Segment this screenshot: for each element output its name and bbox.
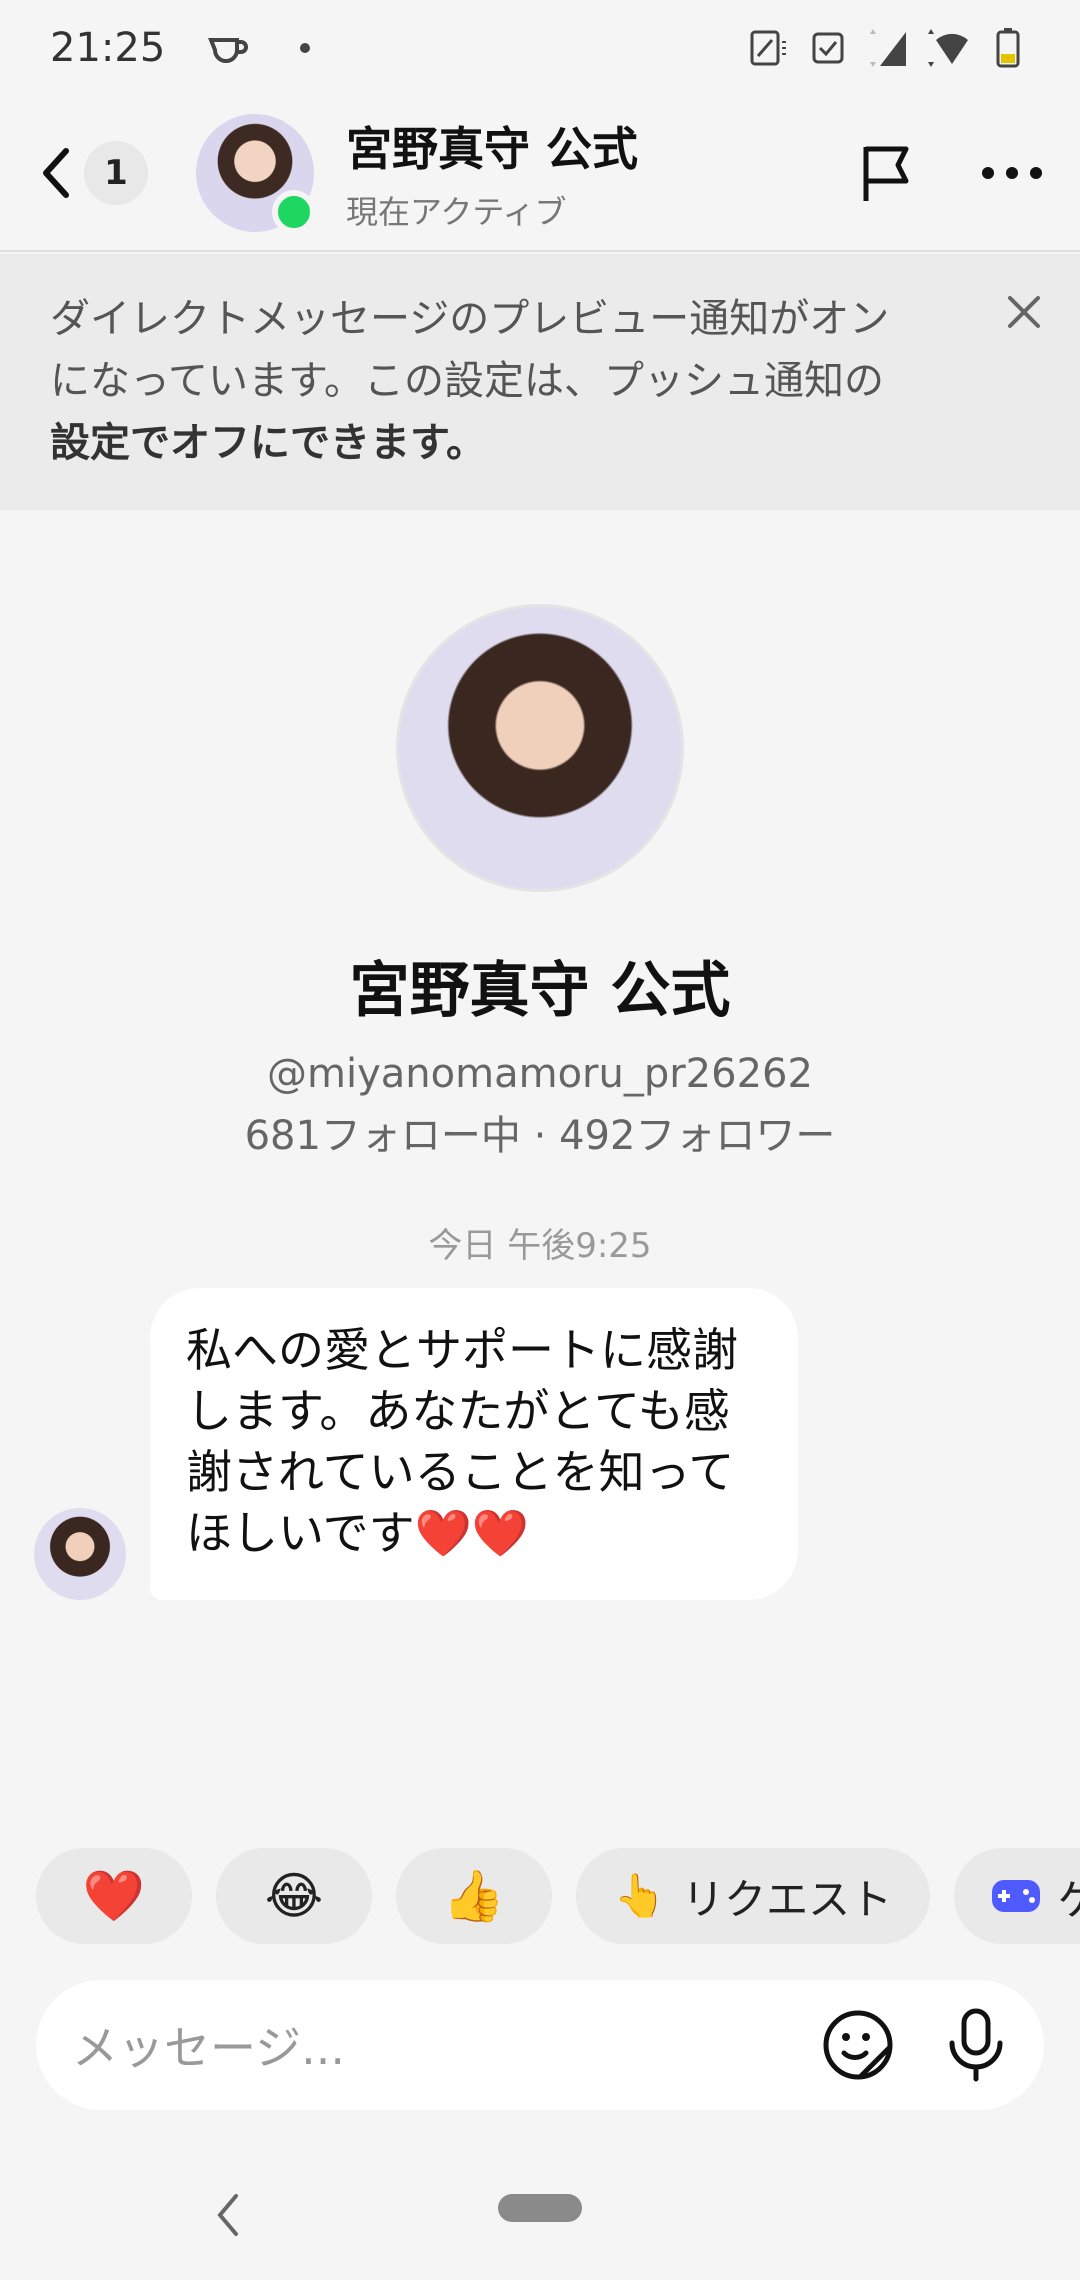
notice-line-1: ダイレクトメッセージのプレビュー通知がオン bbox=[50, 296, 890, 342]
quick-reply-laugh[interactable]: 😂 bbox=[216, 1848, 372, 1944]
notice-line-2: になっています。この設定は、プッシュ通知の bbox=[50, 358, 884, 404]
dot-icon bbox=[300, 43, 311, 53]
active-status: 現在アクティブ bbox=[346, 193, 567, 231]
chat-header: 1 宮野真守 公式 現在アクティブ bbox=[0, 96, 1080, 252]
profile-handle: @miyanomamoru_pr26262 bbox=[267, 1051, 813, 1097]
message-line: ほしいです❤️❤️ bbox=[186, 1506, 530, 1560]
home-pill[interactable] bbox=[498, 2194, 582, 2222]
notice-line-3: でオフにできます。 bbox=[130, 420, 486, 466]
heart-emoji: ❤️ bbox=[82, 1866, 146, 1925]
nfc-icon bbox=[750, 30, 786, 66]
quick-reply-game[interactable]: ゲ bbox=[954, 1848, 1080, 1944]
more-icon[interactable] bbox=[980, 141, 1044, 205]
message-line: します。あなたがとても感 bbox=[186, 1384, 730, 1438]
alarm-icon bbox=[812, 32, 844, 64]
unread-count-badge: 1 bbox=[84, 141, 148, 205]
back-button[interactable]: 1 bbox=[36, 141, 148, 205]
message-line: 私への愛とサポートに感謝 bbox=[186, 1323, 738, 1377]
chevron-left-icon bbox=[43, 148, 69, 198]
microphone-icon[interactable] bbox=[944, 2007, 1008, 2083]
quick-reply-row: ❤️ 😂 👍 👆 リクエスト ゲ bbox=[36, 1848, 1080, 1944]
close-icon[interactable] bbox=[1004, 292, 1044, 332]
header-name: 宮野真守 公式 bbox=[346, 122, 639, 176]
quick-reply-heart[interactable]: ❤️ bbox=[36, 1848, 192, 1944]
wifi-icon bbox=[928, 29, 968, 67]
nav-back-icon[interactable] bbox=[212, 2190, 242, 2240]
header-avatar[interactable] bbox=[196, 114, 316, 234]
message-line: 謝されていることを知って bbox=[186, 1445, 735, 1499]
sticker-icon[interactable] bbox=[820, 2007, 896, 2083]
profile-stats: 681フォロー中 · 492フォロワー bbox=[244, 1113, 836, 1159]
flag-icon[interactable] bbox=[856, 141, 920, 205]
notice-settings-link[interactable]: 設定 bbox=[50, 420, 130, 466]
system-nav-bar bbox=[0, 2160, 1080, 2280]
notification-notice: ダイレクトメッセージのプレビュー通知がオン になっています。この設定は、プッシュ… bbox=[0, 254, 1080, 510]
battery-icon bbox=[996, 28, 1020, 68]
request-label: リクエスト bbox=[682, 1874, 893, 1924]
coffee-icon bbox=[208, 38, 249, 63]
quick-reply-thumbs-up[interactable]: 👍 bbox=[396, 1848, 552, 1944]
message-placeholder: メッセージ... bbox=[72, 2021, 345, 2075]
message-timestamp: 今日 午後9:25 bbox=[428, 1226, 652, 1266]
status-bar: 21:25 bbox=[0, 0, 1080, 96]
sender-avatar[interactable] bbox=[34, 1508, 126, 1600]
game-label: ゲ bbox=[1058, 1874, 1080, 1924]
laugh-emoji: 😂 bbox=[264, 1867, 324, 1925]
pointing-emoji: 👆 bbox=[613, 1871, 667, 1920]
status-time: 21:25 bbox=[50, 25, 166, 71]
signal-icon bbox=[870, 29, 906, 67]
message-input[interactable]: メッセージ... bbox=[36, 1980, 1044, 2110]
message-bubble[interactable]: 私への愛とサポートに感謝 します。あなたがとても感 謝されていることを知って ほ… bbox=[150, 1288, 798, 1600]
online-indicator bbox=[272, 190, 316, 234]
header-titles[interactable]: 宮野真守 公式 現在アクティブ bbox=[346, 113, 638, 233]
profile-summary: 宮野真守 公式 @miyanomamoru_pr26262 681フォロー中 ·… bbox=[0, 604, 1080, 1161]
thumbs-up-emoji: 👍 bbox=[442, 1866, 506, 1925]
profile-avatar[interactable] bbox=[396, 604, 684, 892]
profile-name: 宮野真守 公式 bbox=[349, 956, 731, 1026]
gamepad-icon bbox=[992, 1880, 1040, 1912]
quick-reply-request[interactable]: 👆 リクエスト bbox=[576, 1848, 930, 1944]
